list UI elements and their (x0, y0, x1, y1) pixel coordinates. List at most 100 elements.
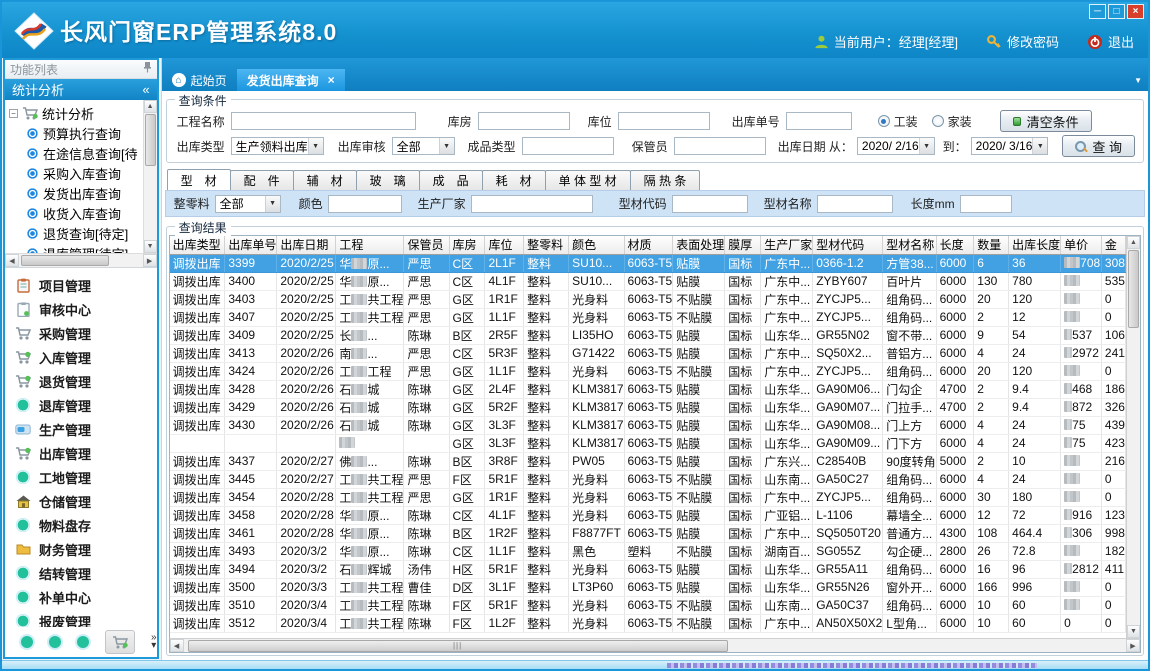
sidebar-item-物料盘存[interactable]: 物料盘存 (5, 513, 157, 537)
scroll-left-icon[interactable]: ◀ (170, 639, 184, 652)
table-row[interactable]: 调拨出库34282020/2/26石城陈琳G区2L4F整料KLM38176063… (170, 380, 1126, 398)
minimize-button[interactable]: ─ (1089, 4, 1106, 19)
search-button[interactable]: 查 询 (1062, 135, 1135, 157)
table-row[interactable]: 调拨出库34302020/2/26石城陈琳G区3L3F整料KLM38176063… (170, 416, 1126, 434)
material-tab-1[interactable]: 型 材 (167, 169, 231, 190)
more-modules-button[interactable]: »▾ (151, 634, 157, 650)
sidebar-item-退库管理[interactable]: 退库管理 (5, 393, 157, 417)
table-row[interactable]: 调拨出库34612020/2/28华原...陈琳B区1R2F整料F8877FT6… (170, 524, 1126, 542)
material-tab-8[interactable]: 隔 热 条 (630, 170, 701, 190)
tree-item[interactable]: 退货查询[待定] (9, 223, 143, 243)
column-header[interactable]: 颜色 (569, 236, 624, 254)
material-tab-2[interactable]: 配 件 (230, 170, 294, 190)
sidebar-item-项目管理[interactable]: 项目管理 (5, 273, 157, 297)
tree-item[interactable]: 发货出库查询 (9, 183, 143, 203)
column-header[interactable]: 整零料 (524, 236, 569, 254)
product-type-input[interactable] (522, 137, 614, 155)
sidebar-item-报废管理[interactable]: 报废管理 (5, 609, 157, 627)
location-input[interactable] (618, 112, 710, 130)
tree-horizontal-scrollbar[interactable]: ◀ ▶ (5, 253, 157, 267)
table-row[interactable]: 调拨出库34072020/2/25工共工程严思G区1L1F整料光身料6063-T… (170, 308, 1126, 326)
column-header[interactable]: 出库长度 (1009, 236, 1061, 254)
column-header[interactable]: 型材名称 (883, 236, 936, 254)
table-row[interactable]: 调拨出库34542020/2/28工共工程严思G区1R1F整料光身料6063-T… (170, 488, 1126, 506)
close-button[interactable]: × (1127, 4, 1144, 19)
column-header[interactable]: 数量 (974, 236, 1009, 254)
tab-home[interactable]: ⌂ 起始页 (162, 69, 237, 91)
column-header[interactable]: 单价 (1061, 236, 1102, 254)
profile-name-input[interactable] (817, 195, 893, 213)
scroll-up-icon[interactable]: ▲ (1127, 236, 1140, 249)
material-tab-5[interactable]: 成 品 (419, 170, 483, 190)
tree-hscroll-thumb[interactable] (21, 255, 109, 266)
tree-item[interactable]: 采购入库查询 (9, 163, 143, 183)
module-dot-icon[interactable] (49, 636, 61, 648)
profile-code-input[interactable] (672, 195, 748, 213)
table-row[interactable]: 调拨出库35002020/3/3工共工程曹佳D区3L1F整料LT3P606063… (170, 578, 1126, 596)
tree-item[interactable]: 退库管理[待定] (9, 243, 143, 253)
material-tab-6[interactable]: 耗 材 (482, 170, 546, 190)
column-header[interactable]: 出库类型 (170, 236, 225, 254)
length-input[interactable] (960, 195, 1012, 213)
column-header[interactable]: 材质 (624, 236, 673, 254)
sidebar-item-采购管理[interactable]: 采购管理 (5, 321, 157, 345)
logout-link[interactable]: 退出 (1087, 32, 1134, 51)
table-row[interactable]: 调拨出库34132020/2/26南...严思C区5R3F整料G71422606… (170, 344, 1126, 362)
outbound-type-select[interactable]: 生产领料出库▼ (231, 137, 324, 155)
tree-vertical-scrollbar[interactable]: ▲ ▼ (143, 100, 157, 253)
table-row[interactable]: 调拨出库33992020/2/25华原...严思C区2L1F整料SU10...6… (170, 254, 1126, 272)
tree-item[interactable]: 预算执行查询 (9, 123, 143, 143)
manufacturer-input[interactable] (471, 195, 593, 213)
table-row[interactable]: 调拨出库35102020/3/4工共工程陈琳F区5R1F整料光身料6063-T5… (170, 596, 1126, 614)
table-row[interactable]: G区3L3F整料KLM38176063-T5贴膜国标山东华...GA90M09.… (170, 434, 1126, 452)
tree-item[interactable]: 收货入库查询 (9, 203, 143, 223)
sidebar-item-工地管理[interactable]: 工地管理 (5, 465, 157, 489)
radio-jiazhuang[interactable]: 家装 (932, 113, 972, 130)
table-row[interactable]: 调拨出库34942020/3/2石辉城汤伟H区5R1F整料光身料6063-T5贴… (170, 560, 1126, 578)
sidebar-item-退货管理[interactable]: 退货管理 (5, 369, 157, 393)
material-tab-7[interactable]: 单 体 型 材 (545, 170, 631, 190)
column-header[interactable]: 出库日期 (277, 236, 336, 254)
warehouse-input[interactable] (478, 112, 570, 130)
scroll-down-icon[interactable]: ▼ (144, 240, 157, 253)
date-from-picker[interactable]: 2020/ 2/16▼ (857, 137, 935, 155)
table-row[interactable]: 调拨出库34582020/2/28华原...陈琳C区4L1F整料光身料6063-… (170, 506, 1126, 524)
keeper-input[interactable] (674, 137, 766, 155)
project-name-input[interactable] (231, 112, 416, 130)
change-password-link[interactable]: 修改密码 (986, 32, 1059, 51)
column-header[interactable]: 工程 (336, 236, 404, 254)
table-row[interactable]: 调拨出库34092020/2/25长...陈琳B区2R5F整料LI35HO606… (170, 326, 1126, 344)
table-row[interactable]: 调拨出库34242020/2/26工工程严思G区1L1F整料光身料6063-T5… (170, 362, 1126, 380)
color-input[interactable] (328, 195, 402, 213)
table-row[interactable]: 调拨出库34932020/3/2华原...陈琳C区1L1F整料黑色塑料不贴膜国标… (170, 542, 1126, 560)
column-header[interactable]: 长度 (936, 236, 974, 254)
column-header[interactable]: 生产厂家 (761, 236, 813, 254)
tab-list-dropdown-icon[interactable]: ▼ (1134, 76, 1142, 85)
clear-conditions-button[interactable]: 清空条件 (1000, 110, 1092, 132)
table-row[interactable]: 调拨出库34002020/2/25华原...严思C区4L1F整料SU10...6… (170, 272, 1126, 290)
table-row[interactable]: 调拨出库34452020/2/27工共工程严思F区5R1F整料光身料6063-T… (170, 470, 1126, 488)
sidebar-item-入库管理[interactable]: 入库管理 (5, 345, 157, 369)
order-no-input[interactable] (786, 112, 852, 130)
table-row[interactable]: 调拨出库34372020/2/27佛...陈琳B区3R8F整料PW056063-… (170, 452, 1126, 470)
sidebar-item-生产管理[interactable]: 生产管理 (5, 417, 157, 441)
module-dot-icon[interactable] (21, 636, 33, 648)
column-header[interactable]: 库位 (485, 236, 524, 254)
tree-scroll-thumb[interactable] (145, 114, 156, 166)
tree-expander-icon[interactable]: − (9, 109, 18, 118)
sidebar-item-结转管理[interactable]: 结转管理 (5, 561, 157, 585)
table-row[interactable]: 调拨出库34032020/2/25工共工程严思G区1R1F整料光身料6063-T… (170, 290, 1126, 308)
sidebar-item-财务管理[interactable]: 财务管理 (5, 537, 157, 561)
cart-module-button[interactable] (105, 630, 135, 654)
table-row[interactable]: 调拨出库34292020/2/26石城陈琳G区5R2F整料KLM38176063… (170, 398, 1126, 416)
material-tab-4[interactable]: 玻 璃 (356, 170, 420, 190)
table-row[interactable]: 调拨出库35122020/3/4工共工程陈琳F区1L2F整料光身料6063-T5… (170, 614, 1126, 632)
table-horizontal-scrollbar[interactable]: ◀ ▶ (169, 638, 1141, 653)
sidebar-item-仓储管理[interactable]: 仓储管理 (5, 489, 157, 513)
table-vertical-scrollbar[interactable]: ▲ ▼ (1126, 236, 1140, 638)
date-to-picker[interactable]: 2020/ 3/16▼ (971, 137, 1049, 155)
radio-gongzhuang[interactable]: 工装 (878, 113, 918, 130)
column-header[interactable]: 库房 (449, 236, 485, 254)
tab-close-icon[interactable]: × (328, 73, 335, 87)
tab-shipment-query[interactable]: 发货出库查询 × (237, 69, 345, 91)
